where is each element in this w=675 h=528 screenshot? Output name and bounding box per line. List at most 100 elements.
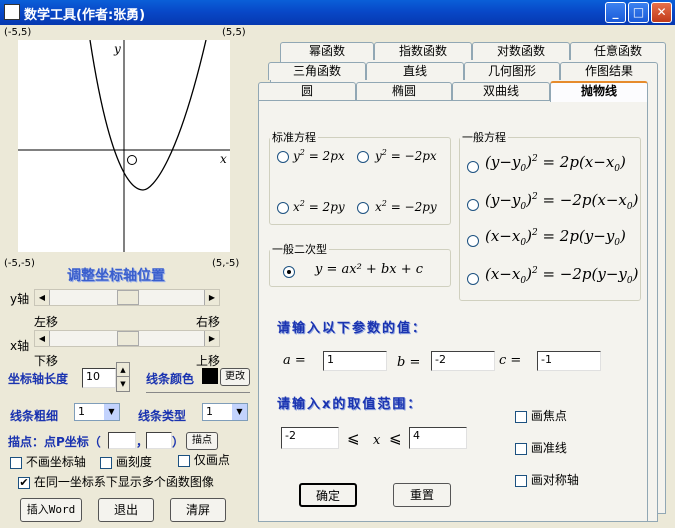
- line-width-value: 1: [78, 405, 85, 418]
- tab-hyperbola[interactable]: 双曲线: [452, 82, 550, 100]
- radio-button[interactable]: [277, 202, 289, 214]
- slider-thumb[interactable]: [117, 290, 139, 305]
- chevron-down-icon[interactable]: ▼: [232, 404, 247, 420]
- slider-thumb[interactable]: [117, 331, 139, 346]
- y-axis-slider[interactable]: ◀ ▶: [34, 289, 220, 306]
- draw-ticks-checkbox[interactable]: 画刻度: [100, 453, 152, 470]
- radio-button[interactable]: [467, 273, 479, 285]
- tab-parabola[interactable]: 抛物线: [550, 81, 648, 102]
- axis-length-input[interactable]: 10: [82, 368, 116, 388]
- tab-circle[interactable]: 圆: [258, 82, 356, 100]
- checkbox-box[interactable]: [178, 454, 190, 467]
- tab-line[interactable]: 直线: [366, 62, 464, 80]
- exit-button[interactable]: 退出: [98, 498, 154, 522]
- a-input[interactable]: 1: [323, 351, 387, 371]
- tab-exponential-function[interactable]: 指数函数: [374, 42, 472, 60]
- general-eq-4: (x−x0)2 = −2p(y−y0): [485, 265, 639, 286]
- a-label: a =: [283, 353, 306, 368]
- no-axis-label: 不画坐标轴: [25, 455, 86, 469]
- insert-word-button[interactable]: 插入Word: [20, 498, 82, 522]
- tab-ellipse[interactable]: 椭圆: [356, 82, 452, 100]
- radio-button[interactable]: [357, 202, 369, 214]
- left-move-label: 左移: [34, 315, 59, 329]
- close-button[interactable]: ✕: [651, 2, 672, 23]
- radio-button[interactable]: [277, 151, 289, 163]
- checkbox-box[interactable]: [100, 456, 112, 469]
- ok-button[interactable]: 确定: [299, 483, 357, 507]
- standard-equation-legend: 标准方程: [272, 131, 316, 144]
- points-only-checkbox[interactable]: 仅画点: [178, 451, 230, 468]
- checkmark-icon[interactable]: ✔: [18, 476, 30, 489]
- scroll-right-icon[interactable]: ▶: [204, 331, 219, 346]
- standard-eq-radio-1[interactable]: [277, 151, 289, 166]
- minimize-button[interactable]: _: [605, 2, 626, 23]
- plot-point-button[interactable]: 描点: [186, 432, 218, 450]
- leq-symbol-1: ⩽: [347, 429, 360, 447]
- radio-button-selected[interactable]: [283, 266, 295, 278]
- tab-log-function[interactable]: 对数函数: [472, 42, 570, 60]
- point-marker: [127, 155, 137, 165]
- y-axis-slider-label: y轴: [10, 292, 30, 306]
- tab-trig-function[interactable]: 三角函数: [268, 62, 366, 80]
- reset-button[interactable]: 重置: [393, 483, 451, 507]
- scroll-right-icon[interactable]: ▶: [204, 290, 219, 305]
- radio-button[interactable]: [467, 161, 479, 173]
- radio-button[interactable]: [467, 235, 479, 247]
- parabola-curve: [89, 40, 207, 191]
- points-only-label: 仅画点: [193, 453, 230, 467]
- clear-button[interactable]: 清屏: [170, 498, 226, 522]
- no-axis-checkbox[interactable]: 不画坐标轴: [10, 453, 86, 470]
- b-label: b =: [397, 355, 421, 370]
- range-title: 请输入x的取值范围：: [277, 397, 423, 412]
- spin-up-icon[interactable]: ▲: [117, 363, 129, 377]
- line-type-select[interactable]: 1 ▼: [202, 403, 248, 421]
- radio-button[interactable]: [357, 151, 369, 163]
- maximize-button[interactable]: □: [628, 2, 649, 23]
- tab-plot-result[interactable]: 作图结果: [560, 62, 658, 80]
- scroll-left-icon[interactable]: ◀: [35, 331, 50, 346]
- tab-power-function[interactable]: 幂函数: [280, 42, 374, 60]
- point-y-input[interactable]: [146, 432, 172, 449]
- c-input[interactable]: -1: [537, 351, 601, 371]
- standard-eq-radio-4[interactable]: [357, 202, 369, 217]
- chevron-down-icon[interactable]: ▼: [104, 404, 119, 420]
- draw-focus-label: 画焦点: [530, 409, 567, 423]
- standard-eq-radio-3[interactable]: [277, 202, 289, 217]
- standard-eq-4: x2 = −2py: [375, 199, 437, 214]
- radio-button[interactable]: [467, 199, 479, 211]
- checkbox-box[interactable]: [10, 456, 22, 469]
- scroll-left-icon[interactable]: ◀: [35, 290, 50, 305]
- tab-any-function[interactable]: 任意函数: [570, 42, 666, 60]
- draw-symmetry-axis-checkbox[interactable]: 画对称轴: [515, 471, 579, 488]
- b-input[interactable]: -2: [431, 351, 495, 371]
- checkbox-box[interactable]: [515, 410, 527, 423]
- axis-length-spinner[interactable]: ▲ ▼: [116, 362, 130, 392]
- x-axis-slider[interactable]: ◀ ▶: [34, 330, 220, 347]
- y-axis-label: y: [114, 42, 121, 56]
- x-max-input[interactable]: 4: [409, 427, 467, 449]
- graph-canvas[interactable]: y x: [18, 40, 230, 252]
- quadratic-radio[interactable]: [283, 266, 295, 281]
- checkbox-box[interactable]: [515, 474, 527, 487]
- general-eq-radio-4[interactable]: [467, 273, 479, 288]
- general-eq-radio-1[interactable]: [467, 161, 479, 176]
- x-variable: x: [373, 433, 381, 448]
- up-move-label: 上移: [196, 354, 221, 368]
- draw-directrix-checkbox[interactable]: 画准线: [515, 439, 567, 456]
- axis-length-label: 坐标轴长度: [8, 372, 69, 386]
- multi-function-checkbox[interactable]: ✔ 在同一坐标系下显示多个函数图像: [18, 473, 214, 490]
- checkbox-box[interactable]: [515, 442, 527, 455]
- line-width-select[interactable]: 1 ▼: [74, 403, 120, 421]
- point-x-input[interactable]: [108, 432, 136, 449]
- spin-down-icon[interactable]: ▼: [117, 377, 129, 391]
- x-min-input[interactable]: -2: [281, 427, 339, 449]
- general-eq-radio-2[interactable]: [467, 199, 479, 214]
- change-color-button[interactable]: 更改: [220, 368, 250, 386]
- draw-focus-checkbox[interactable]: 画焦点: [515, 407, 567, 424]
- corner-bottom-right: (5,-5): [212, 258, 240, 269]
- close-paren-label: ）: [172, 435, 185, 449]
- axis-adjust-title: 调整坐标轴位置: [67, 268, 165, 284]
- standard-eq-radio-2[interactable]: [357, 151, 369, 166]
- general-eq-radio-3[interactable]: [467, 235, 479, 250]
- tab-geometry[interactable]: 几何图形: [464, 62, 560, 80]
